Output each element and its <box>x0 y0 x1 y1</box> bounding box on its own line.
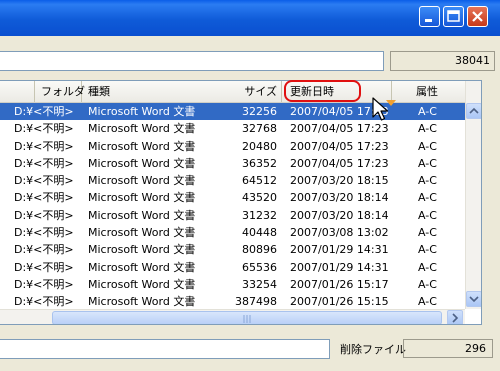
cell-modified: 2007/03/08 13:02 <box>290 226 389 240</box>
table-row[interactable]: D:¥<不明> Microsoft Word 文書 20480 2007/04/… <box>0 138 465 155</box>
cell-modified: 2007/01/29 14:31 <box>290 243 389 257</box>
cell-attributes: A-C <box>418 295 437 309</box>
cell-folder: D:¥<不明> <box>14 277 74 291</box>
maximize-icon <box>447 10 460 22</box>
table-row[interactable]: D:¥<不明> Microsoft Word 文書 36352 2007/04/… <box>0 155 465 172</box>
cell-type: Microsoft Word 文書 <box>88 243 196 257</box>
table-row[interactable]: D:¥<不明> Microsoft Word 文書 40448 2007/03/… <box>0 224 465 241</box>
cell-size: 31232 <box>242 208 277 222</box>
cell-folder: D:¥<不明> <box>14 226 74 240</box>
maximize-button[interactable] <box>443 6 464 27</box>
cell-type: Microsoft Word 文書 <box>88 260 196 274</box>
cell-attributes: A-C <box>418 139 437 153</box>
horizontal-scrollbar[interactable] <box>0 309 465 324</box>
table-row[interactable]: D:¥<不明> Microsoft Word 文書 64512 2007/03/… <box>0 172 465 189</box>
cell-attributes: A-C <box>418 122 437 136</box>
table-row[interactable]: D:¥<不明> Microsoft Word 文書 43520 2007/03/… <box>0 189 465 206</box>
scroll-right-button[interactable] <box>447 310 463 324</box>
cell-folder: D:¥<不明> <box>14 174 74 188</box>
column-header-folder[interactable]: フォルダ <box>35 81 85 102</box>
cell-type: Microsoft Word 文書 <box>88 174 196 188</box>
cell-size: 64512 <box>242 174 277 188</box>
cell-folder: D:¥<不明> <box>14 105 74 118</box>
cell-modified: 2007/01/26 15:17 <box>290 277 389 291</box>
cell-folder: D:¥<不明> <box>14 260 74 274</box>
cell-type: Microsoft Word 文書 <box>88 139 196 153</box>
cell-attributes: A-C <box>418 226 437 240</box>
cell-type: Microsoft Word 文書 <box>88 156 196 170</box>
deleted-files-count: 296 <box>403 339 493 358</box>
status-input[interactable] <box>0 339 330 359</box>
cell-folder: D:¥<不明> <box>14 243 74 257</box>
cell-folder: D:¥<不明> <box>14 139 74 153</box>
table-row[interactable]: D:¥<不明> Microsoft Word 文書 387498 2007/01… <box>0 293 465 310</box>
cell-modified: 2007/01/26 15:15 <box>290 295 389 309</box>
cell-attributes: A-C <box>418 260 437 274</box>
minimize-button[interactable] <box>419 6 440 27</box>
cell-type: Microsoft Word 文書 <box>88 208 196 222</box>
arrow-down-icon <box>469 296 479 303</box>
cell-attributes: A-C <box>418 191 437 205</box>
cell-attributes: A-C <box>418 208 437 222</box>
cell-attributes: A-C <box>418 277 437 291</box>
cell-folder: D:¥<不明> <box>14 191 74 205</box>
cell-folder: D:¥<不明> <box>14 208 74 222</box>
cell-size: 32768 <box>242 122 277 136</box>
table-row[interactable]: D:¥<不明> Microsoft Word 文書 80896 2007/01/… <box>0 241 465 258</box>
highlight-annotation <box>284 80 361 102</box>
file-list[interactable]: フォルダ 種類 サイズ 更新日時 属性 D:¥<不明> Microsoft Wo… <box>0 80 482 325</box>
cell-folder: D:¥<不明> <box>14 295 74 309</box>
table-row[interactable]: D:¥<不明> Microsoft Word 文書 33254 2007/01/… <box>0 276 465 293</box>
cell-type: Microsoft Word 文書 <box>88 105 196 118</box>
cell-attributes: A-C <box>418 156 437 170</box>
cell-size: 43520 <box>242 191 277 205</box>
cell-folder: D:¥<不明> <box>14 122 74 136</box>
vertical-scrollbar[interactable] <box>465 81 481 309</box>
cell-size: 80896 <box>242 243 277 257</box>
horizontal-scroll-thumb[interactable] <box>52 311 442 324</box>
column-header-size[interactable]: サイズ <box>200 81 282 102</box>
cell-attributes: A-C <box>418 174 437 188</box>
scroll-down-button[interactable] <box>466 291 481 307</box>
cell-modified: 2007/03/20 18:14 <box>290 191 389 205</box>
table-row[interactable]: D:¥<不明> Microsoft Word 文書 65536 2007/01/… <box>0 259 465 276</box>
arrow-up-icon <box>469 107 479 114</box>
scroll-up-button[interactable] <box>466 103 481 119</box>
deleted-files-label: 削除ファイル <box>340 343 406 356</box>
table-row[interactable]: D:¥<不明> Microsoft Word 文書 31232 2007/03/… <box>0 207 465 224</box>
cell-modified: 2007/03/20 18:14 <box>290 208 389 222</box>
cell-type: Microsoft Word 文書 <box>88 122 196 136</box>
cell-attributes: A-C <box>418 243 437 257</box>
arrow-right-icon <box>452 313 459 323</box>
table-row[interactable]: D:¥<不明> Microsoft Word 文書 32768 2007/04/… <box>0 120 465 137</box>
cell-modified: 2007/03/20 18:15 <box>290 174 389 188</box>
title-bar <box>0 0 500 36</box>
cell-type: Microsoft Word 文書 <box>88 295 196 309</box>
cell-size: 32256 <box>242 105 277 118</box>
cell-modified: 2007/04/05 17:23 <box>290 156 389 170</box>
cell-type: Microsoft Word 文書 <box>88 226 196 240</box>
cell-attributes: A-C <box>418 105 437 118</box>
list-rows: D:¥<不明> Microsoft Word 文書 32256 2007/04/… <box>0 103 465 311</box>
cell-type: Microsoft Word 文書 <box>88 191 196 205</box>
cell-size: 20480 <box>242 139 277 153</box>
cell-modified: 2007/04/05 17:23 <box>290 139 389 153</box>
cell-modified: 2007/01/29 14:31 <box>290 260 389 274</box>
column-header-blank[interactable] <box>0 81 35 102</box>
cell-size: 387498 <box>235 295 277 309</box>
cell-size: 36352 <box>242 156 277 170</box>
column-header-attributes[interactable]: 属性 <box>392 81 465 102</box>
cell-type: Microsoft Word 文書 <box>88 277 196 291</box>
cell-size: 65536 <box>242 260 277 274</box>
cell-size: 40448 <box>242 226 277 240</box>
path-input[interactable] <box>0 51 384 71</box>
close-icon <box>472 11 483 22</box>
minimize-icon <box>425 19 432 22</box>
cell-folder: D:¥<不明> <box>14 156 74 170</box>
sort-arrow-icon <box>386 100 396 106</box>
close-button[interactable] <box>467 6 488 27</box>
file-count-display: 38041 <box>390 51 495 71</box>
grip-icon <box>243 315 251 323</box>
cell-size: 33254 <box>242 277 277 291</box>
